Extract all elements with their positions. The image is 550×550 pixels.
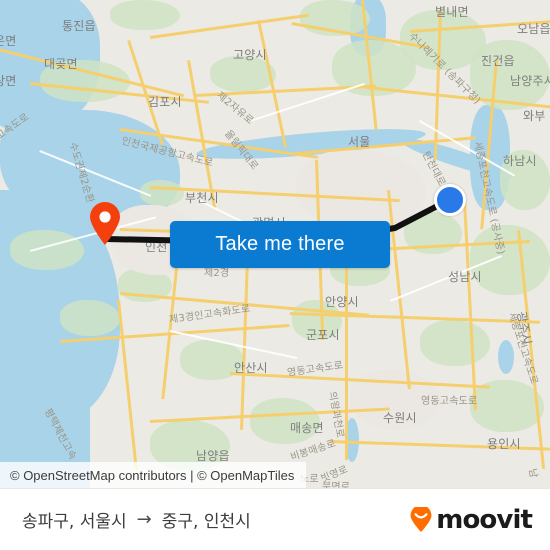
water-lake-sw bbox=[22, 362, 50, 406]
map-place-label: 안양시 bbox=[325, 295, 359, 309]
trip-origin-label: 송파구, 서울시 bbox=[22, 512, 127, 532]
moovit-map-page: 통진읍별내면오남읍대곶면고양시진건읍남양주시은면상면김포시제2자유로올림픽대로고… bbox=[0, 0, 550, 550]
map-place-label: 하남시 bbox=[503, 154, 537, 168]
map-place-label: 대곶면 bbox=[44, 57, 78, 71]
map-place-label: 서울 bbox=[348, 135, 371, 149]
map-place-label: 김포시 bbox=[148, 95, 182, 109]
footer-bar: 송파구, 서울시 → 중구, 인천시 moovit bbox=[0, 488, 550, 550]
map-place-label: 진건읍 bbox=[481, 54, 515, 68]
orange-pin-destination-marker[interactable] bbox=[89, 202, 121, 246]
map-place-label: 안산시 bbox=[234, 361, 268, 375]
map-place-label: 별내면 bbox=[435, 5, 469, 19]
map-place-label: 매송면 bbox=[290, 421, 324, 435]
trip-summary: 송파구, 서울시 → 중구, 인천시 bbox=[22, 507, 251, 532]
forest-gwangju bbox=[470, 225, 550, 295]
take-me-there-button[interactable]: Take me there bbox=[170, 221, 390, 268]
map-place-label: 은면 bbox=[0, 34, 17, 48]
road-segment bbox=[463, 200, 477, 410]
water-lake-se bbox=[498, 340, 514, 374]
moovit-pin-icon bbox=[410, 506, 432, 532]
map-place-label: 영동고속도로 bbox=[421, 396, 478, 407]
map-pin-icon bbox=[90, 202, 120, 245]
map-place-label: 고양시 bbox=[233, 48, 267, 62]
map-place-label: 상면 bbox=[0, 74, 17, 88]
map-place-label: 인천 bbox=[145, 240, 168, 254]
forest-west-island bbox=[10, 230, 84, 270]
arrow-right-icon: → bbox=[136, 509, 152, 530]
map-place-label: 남 bbox=[526, 467, 539, 479]
map-place-label: 수원시 bbox=[383, 411, 417, 425]
map-canvas[interactable]: 통진읍별내면오남읍대곶면고양시진건읍남양주시은면상면김포시제2자유로올림픽대로고… bbox=[0, 0, 550, 488]
moovit-wordmark: moovit bbox=[436, 504, 533, 535]
road-segment bbox=[117, 300, 138, 470]
map-place-label: 와부 bbox=[523, 109, 546, 123]
forest-suwon-east bbox=[420, 320, 490, 366]
map-place-label: 통진읍 bbox=[62, 19, 96, 33]
map-place-label: 제3경인고속화도로 bbox=[168, 303, 252, 326]
trip-destination-label: 중구, 인천시 bbox=[161, 512, 251, 532]
map-place-label: 군포시 bbox=[306, 328, 340, 342]
blue-circle-origin-marker[interactable] bbox=[434, 184, 466, 216]
map-attribution[interactable]: © OpenStreetMap contributors | © OpenMap… bbox=[0, 462, 307, 488]
map-place-label: 오남읍 bbox=[517, 22, 550, 36]
moovit-logo[interactable]: moovit bbox=[408, 504, 533, 535]
map-place-label: 성남시 bbox=[448, 270, 482, 284]
map-place-label: 남양주시 bbox=[510, 74, 550, 88]
forest-sw-coast bbox=[60, 300, 120, 336]
forest-north-west bbox=[110, 0, 180, 30]
map-place-label: 영동고속도로 bbox=[286, 360, 344, 379]
map-place-label: 부천시 bbox=[185, 191, 219, 205]
map-place-label: 용인시 bbox=[487, 437, 521, 451]
